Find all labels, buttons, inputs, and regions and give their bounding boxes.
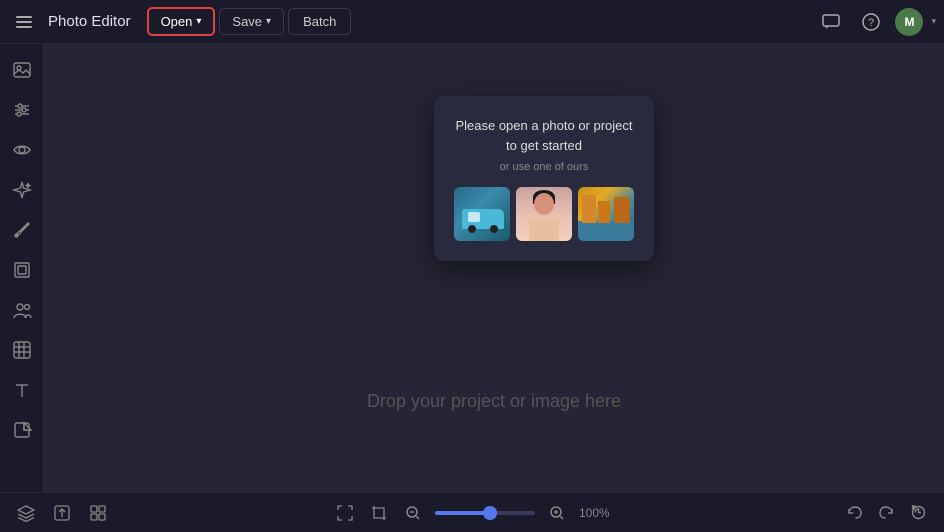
canvas-area[interactable]: Please open a photo or project to get st… (44, 44, 944, 492)
menu-button[interactable] (8, 6, 40, 38)
open-button[interactable]: Open ▾ (147, 7, 216, 36)
zoom-slider-fill (435, 511, 490, 515)
header-left: Photo Editor (8, 6, 131, 38)
header: Photo Editor Open ▾ Save ▾ Batch ? (0, 0, 944, 44)
sidebar-item-photo[interactable] (4, 52, 40, 88)
help-button[interactable]: ? (855, 6, 887, 38)
bottom-right (840, 499, 932, 527)
save-chevron: ▾ (266, 16, 271, 27)
popup-title: Please open a photo or project to get st… (454, 116, 634, 155)
chat-button[interactable] (815, 6, 847, 38)
sidebar-item-sticker[interactable] (4, 412, 40, 448)
popup-subtitle: or use one of ours (454, 161, 634, 173)
zoom-slider[interactable] (435, 511, 535, 515)
layers-button[interactable] (12, 499, 40, 527)
sample-image-3[interactable] (578, 187, 634, 241)
history-button[interactable] (904, 499, 932, 527)
crop-button[interactable] (367, 501, 391, 525)
avatar-chevron[interactable]: ▾ (931, 16, 936, 27)
bottom-center: 100% (118, 501, 834, 525)
batch-label: Batch (303, 14, 336, 29)
grid-button[interactable] (84, 499, 112, 527)
bottom-bar: 100% (0, 492, 944, 532)
fit-to-screen-button[interactable] (333, 501, 357, 525)
bottom-left (12, 499, 112, 527)
open-label: Open (161, 14, 193, 29)
header-right: ? M ▾ (815, 6, 936, 38)
sidebar-item-texture[interactable] (4, 332, 40, 368)
header-center: Open ▾ Save ▾ Batch (147, 7, 352, 36)
sample-image-2[interactable] (516, 187, 572, 241)
popup-images (454, 187, 634, 241)
sidebar-item-text[interactable] (4, 372, 40, 408)
zoom-slider-thumb[interactable] (483, 506, 497, 520)
sidebar (0, 44, 44, 492)
svg-text:?: ? (868, 17, 874, 29)
undo-button[interactable] (840, 499, 868, 527)
redo-button[interactable] (872, 499, 900, 527)
app-title: Photo Editor (48, 13, 131, 30)
avatar[interactable]: M (895, 8, 923, 36)
sidebar-item-sparkle[interactable] (4, 172, 40, 208)
main-area: Please open a photo or project to get st… (0, 44, 944, 492)
zoom-in-button[interactable] (545, 501, 569, 525)
export-button[interactable] (48, 499, 76, 527)
sidebar-item-adjust[interactable] (4, 92, 40, 128)
sidebar-item-frame[interactable] (4, 252, 40, 288)
open-popup: Please open a photo or project to get st… (434, 96, 654, 261)
sample-image-1[interactable] (454, 187, 510, 241)
open-chevron: ▾ (196, 16, 201, 27)
save-button[interactable]: Save ▾ (219, 8, 284, 35)
drop-zone-text: Drop your project or image here (367, 391, 621, 412)
sidebar-item-eye[interactable] (4, 132, 40, 168)
batch-button[interactable]: Batch (288, 8, 351, 35)
save-label: Save (232, 14, 262, 29)
zoom-out-button[interactable] (401, 501, 425, 525)
sidebar-item-people[interactable] (4, 292, 40, 328)
sidebar-item-brush[interactable] (4, 212, 40, 248)
zoom-level-text: 100% (579, 506, 619, 520)
